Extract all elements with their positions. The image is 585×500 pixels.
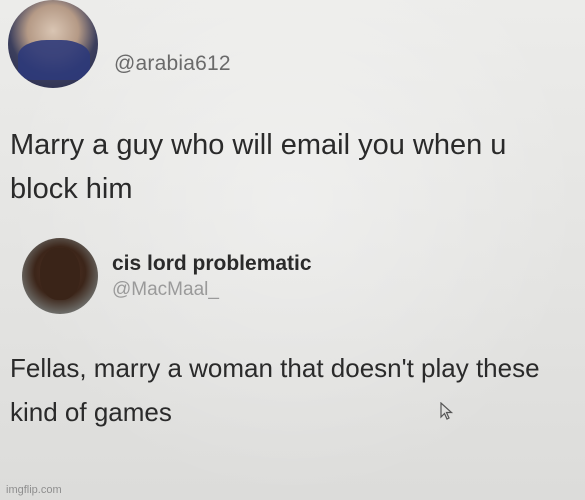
- avatar-face-shape: [40, 248, 80, 300]
- tweet-2-text: Fellas, marry a woman that doesn't play …: [10, 353, 540, 427]
- watermark: imgflip.com: [6, 484, 62, 496]
- avatar-macmaal[interactable]: [22, 238, 98, 314]
- tweet-2-display-name[interactable]: cis lord problematic: [112, 252, 312, 276]
- tweet-2-handle[interactable]: @MacMaal_: [112, 279, 219, 301]
- tweet-1-handle[interactable]: @arabia612: [114, 52, 231, 76]
- avatar-scarf-shape: [18, 40, 90, 80]
- mouse-pointer-icon: [440, 402, 454, 420]
- avatar-arabia612[interactable]: [8, 0, 98, 88]
- tweet-1-text: Marry a guy who will email you when u bl…: [10, 129, 507, 205]
